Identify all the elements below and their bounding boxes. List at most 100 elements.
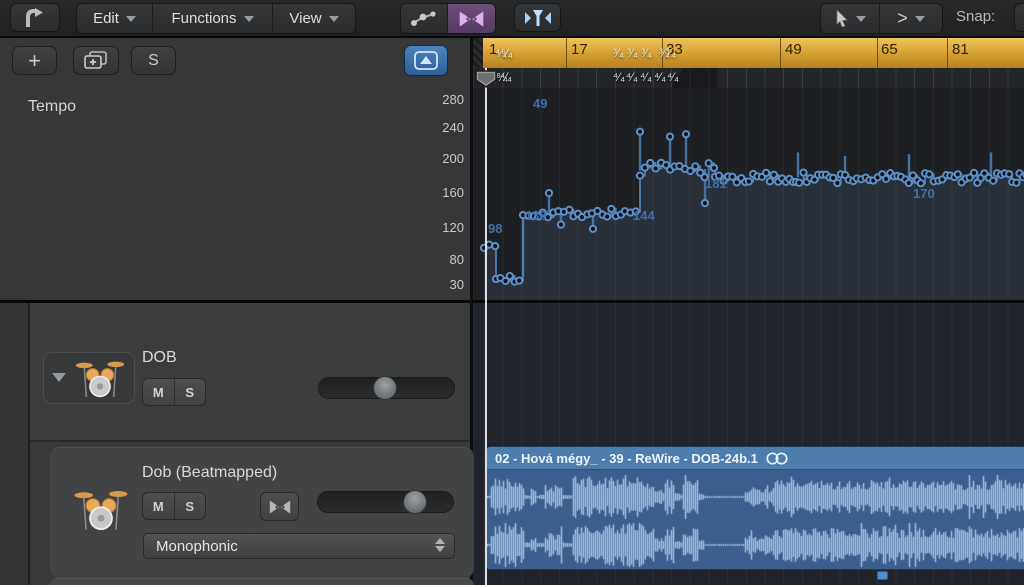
tempo-point[interactable] xyxy=(608,206,614,212)
track-3-card-top[interactable] xyxy=(50,578,474,585)
tempo-point[interactable] xyxy=(796,180,802,186)
tempo-point[interactable] xyxy=(637,129,643,135)
tempo-point[interactable] xyxy=(667,134,673,140)
tempo-point[interactable] xyxy=(906,180,912,186)
duplicate-track-button[interactable] xyxy=(73,46,119,75)
time-signature-marker[interactable]: ⁴⁄₄ xyxy=(654,70,666,84)
menu-edit[interactable]: Edit xyxy=(77,4,153,33)
tempo-point[interactable] xyxy=(637,172,643,178)
track-1-lane[interactable] xyxy=(473,303,1024,442)
tempo-point[interactable] xyxy=(507,273,513,279)
tempo-point[interactable] xyxy=(590,226,596,232)
tempo-point[interactable] xyxy=(763,170,769,176)
track-1-instrument-box[interactable] xyxy=(43,352,135,404)
disclosure-up-icon xyxy=(414,51,438,70)
beat-marker[interactable] xyxy=(877,571,888,580)
solo-button[interactable]: S xyxy=(175,493,206,519)
tempo-point[interactable] xyxy=(771,172,777,178)
time-signature-marker[interactable]: ⁶⁄₄ xyxy=(501,46,513,60)
tempo-point[interactable] xyxy=(990,178,996,184)
tempo-point[interactable] xyxy=(1006,171,1012,177)
tempo-point[interactable] xyxy=(702,200,708,206)
solo-button[interactable]: S xyxy=(175,379,206,405)
menu-view[interactable]: View xyxy=(273,4,355,33)
global-tracks-toggle-button[interactable] xyxy=(404,45,448,76)
time-signature-marker[interactable]: ³⁄₄ xyxy=(665,46,676,60)
snap-menu-button[interactable] xyxy=(1014,3,1024,32)
track-1-volume-slider[interactable] xyxy=(318,377,455,399)
menu-edit-label: Edit xyxy=(93,10,119,27)
beat-ruler-row[interactable]: ⁸⁄₄⁴⁄₄⁴⁄₄⁴⁄₄⁴⁄₄⁴⁄₄⁴⁄₄ xyxy=(473,68,1024,89)
disclosure-triangle-icon[interactable] xyxy=(52,373,66,382)
flex-mode-button[interactable] xyxy=(448,4,495,33)
playhead[interactable] xyxy=(485,68,487,585)
ruler-bar-number: 81 xyxy=(952,41,969,58)
time-signature-marker[interactable]: ⁴⁄₄ xyxy=(626,70,638,84)
menu-functions[interactable]: Functions xyxy=(153,4,273,33)
drum-kit-icon xyxy=(72,486,130,532)
playhead-handle-icon[interactable] xyxy=(474,69,498,89)
tempo-point[interactable] xyxy=(971,170,977,176)
track-2-lane[interactable]: 02 - Hová mégy_ - 39 - ReWire - DOB-24b.… xyxy=(473,442,1024,585)
tempo-point[interactable] xyxy=(566,207,572,213)
track-header-1[interactable]: DOB M S xyxy=(30,303,470,442)
tempo-point[interactable] xyxy=(767,178,773,184)
region-title-bar[interactable]: 02 - Hová mégy_ - 39 - ReWire - DOB-24b.… xyxy=(487,447,1024,470)
time-signature-marker[interactable]: ⁴⁄₄ xyxy=(667,70,679,84)
plus-icon: + xyxy=(28,48,41,74)
waveform-left-channel xyxy=(487,470,1024,521)
tempo-point[interactable] xyxy=(516,278,522,284)
time-signature-marker[interactable]: ³⁄₄ xyxy=(613,46,624,60)
time-signature-marker[interactable]: ⁴⁄₄ xyxy=(613,70,625,84)
mute-button[interactable]: M xyxy=(143,493,175,519)
tempo-point[interactable] xyxy=(711,165,717,171)
bar-tick xyxy=(877,36,878,68)
tempo-point[interactable] xyxy=(653,165,659,171)
track-1-mute-solo: M S xyxy=(142,378,206,406)
mute-button[interactable]: M xyxy=(143,379,175,405)
time-signature-marker[interactable]: ³⁄₄ xyxy=(641,46,652,60)
edit-mode-buttons xyxy=(400,3,496,34)
time-signature-marker[interactable]: ⁴⁄₄ xyxy=(640,70,652,84)
tempo-point[interactable] xyxy=(604,214,610,220)
automation-mode-button[interactable] xyxy=(401,4,448,33)
back-button[interactable] xyxy=(10,3,60,32)
add-track-button[interactable]: + xyxy=(12,46,57,75)
secondary-tool-button[interactable]: > xyxy=(880,4,942,33)
tempo-scale-value: 80 xyxy=(450,252,464,267)
tempo-point[interactable] xyxy=(834,180,840,186)
catch-playhead-button[interactable] xyxy=(514,3,561,32)
track-2-flex-button[interactable] xyxy=(260,492,299,521)
tempo-point[interactable] xyxy=(683,131,689,137)
tempo-point[interactable] xyxy=(1013,180,1019,186)
tempo-point[interactable] xyxy=(558,222,564,228)
flex-mode-dropdown[interactable]: Monophonic xyxy=(143,533,455,559)
track-1-volume-knob[interactable] xyxy=(373,376,397,400)
secondary-tool-glyph: > xyxy=(897,8,908,29)
time-signature-marker[interactable]: ⁴⁄₄ xyxy=(500,70,512,84)
tempo-point[interactable] xyxy=(492,243,498,249)
track-2-name[interactable]: Dob (Beatmapped) xyxy=(142,464,277,482)
track-1-name[interactable]: DOB xyxy=(142,349,177,367)
tempo-point[interactable] xyxy=(955,171,961,177)
primary-tool-button[interactable] xyxy=(821,4,880,33)
tempo-point[interactable] xyxy=(692,163,698,169)
tempo-point[interactable] xyxy=(647,160,653,166)
tempo-point[interactable] xyxy=(546,190,552,196)
track-2-volume-knob[interactable] xyxy=(403,490,427,514)
tempo-point[interactable] xyxy=(746,178,752,184)
solo-letter: S xyxy=(148,52,159,70)
menu-functions-label: Functions xyxy=(171,10,236,27)
track-2-volume-slider[interactable] xyxy=(317,491,454,513)
time-signature-marker[interactable]: ³⁄₄ xyxy=(627,46,638,60)
flex-mode-value: Monophonic xyxy=(156,538,238,555)
track-2-card[interactable]: Dob (Beatmapped) M S Monophonic xyxy=(50,447,474,578)
bar-ruler[interactable]: 11733496581⁴⁄₄⁶⁄₄³⁄₄³⁄₄³⁄₄³⁄₄³⁄₄ xyxy=(473,36,1024,69)
global-solo-button[interactable]: S xyxy=(131,46,176,75)
bar-tick xyxy=(566,36,567,68)
tempo-point[interactable] xyxy=(800,169,806,175)
drum-kit-icon xyxy=(72,357,128,399)
tempo-point[interactable] xyxy=(926,171,932,177)
audio-region[interactable]: 02 - Hová mégy_ - 39 - ReWire - DOB-24b.… xyxy=(486,446,1024,570)
tempo-graph-lane[interactable]: 4998138144181170 xyxy=(473,88,1024,300)
